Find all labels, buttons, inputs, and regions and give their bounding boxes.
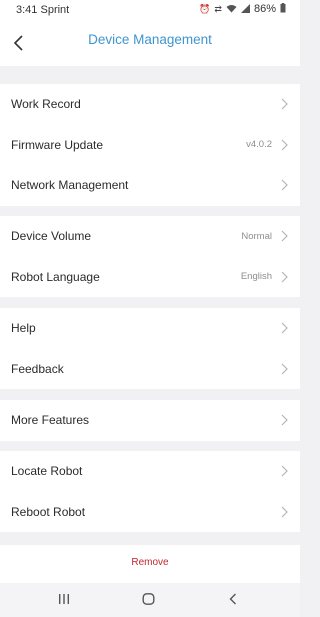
- device-volume-value: Normal: [241, 230, 272, 242]
- chevron-right-icon: [281, 139, 288, 150]
- work-record-label: Work Record: [11, 97, 81, 112]
- firmware-update-row[interactable]: Firmware Update v4.0.2: [0, 125, 300, 166]
- locate-robot-label: Locate Robot: [11, 464, 83, 479]
- firmware-version-value: v4.0.2: [246, 139, 272, 151]
- system-nav-bar: [0, 583, 300, 617]
- locate-robot-row[interactable]: Locate Robot: [0, 451, 300, 492]
- help-row[interactable]: Help: [0, 308, 300, 349]
- app-header: Device Management: [0, 20, 300, 66]
- more-features-row[interactable]: More Features: [0, 400, 300, 441]
- feedback-row[interactable]: Feedback: [0, 349, 300, 390]
- sync-icon: ⇄: [214, 3, 222, 14]
- remove-area: Remove: [0, 545, 300, 583]
- help-label: Help: [11, 321, 36, 336]
- feedback-label: Feedback: [11, 361, 64, 376]
- chevron-right-icon: [281, 363, 288, 374]
- device-volume-label: Device Volume: [11, 229, 92, 244]
- more-features-label: More Features: [11, 413, 90, 428]
- chevron-right-icon: [281, 230, 288, 242]
- network-management-row[interactable]: Network Management: [0, 165, 300, 206]
- chevron-right-icon: [281, 322, 288, 334]
- settings-section-robot: Locate Robot Reboot Robot: [0, 451, 300, 532]
- device-volume-row[interactable]: Device Volume Normal: [0, 216, 300, 257]
- settings-section-support: Help Feedback: [0, 308, 300, 389]
- robot-language-row[interactable]: Robot Language English: [0, 257, 300, 298]
- chevron-right-icon: [281, 465, 288, 477]
- chevron-right-icon: [281, 414, 288, 426]
- status-time: 3:41 Sprint: [16, 4, 69, 16]
- robot-language-value: English: [240, 271, 272, 283]
- firmware-update-label: Firmware Update: [11, 137, 104, 152]
- carrier: Sprint: [40, 4, 70, 16]
- recents-icon[interactable]: [58, 593, 70, 605]
- wifi-icon: [226, 4, 237, 15]
- reboot-robot-label: Reboot Robot: [11, 504, 86, 519]
- page-title: Device Management: [88, 32, 212, 47]
- chevron-right-icon: [281, 271, 288, 282]
- chevron-right-icon: [281, 98, 288, 110]
- battery-level: 86%: [253, 3, 276, 15]
- signal-icon: [240, 3, 250, 15]
- chevron-right-icon: [281, 506, 288, 517]
- robot-language-label: Robot Language: [11, 269, 100, 284]
- status-icons: ⏰ ⇄ 86%: [199, 3, 286, 15]
- battery-icon: [280, 3, 286, 15]
- remove-button[interactable]: Remove: [131, 557, 168, 568]
- work-record-row[interactable]: Work Record: [0, 84, 300, 125]
- back-nav-icon[interactable]: [228, 593, 238, 605]
- settings-section-device: Work Record Firmware Update v4.0.2 Netwo…: [0, 84, 300, 206]
- status-bar: 3:41 Sprint ⏰ ⇄ 86%: [0, 0, 300, 20]
- chevron-right-icon: [281, 179, 288, 191]
- reboot-robot-row[interactable]: Reboot Robot: [0, 492, 300, 533]
- clock: 3:41: [16, 4, 38, 16]
- settings-section-more: More Features: [0, 400, 300, 441]
- network-management-label: Network Management: [11, 178, 129, 193]
- home-icon[interactable]: [142, 593, 155, 605]
- alarm-icon: ⏰: [199, 3, 211, 14]
- settings-section-audio: Device Volume Normal Robot Language Engl…: [0, 216, 300, 297]
